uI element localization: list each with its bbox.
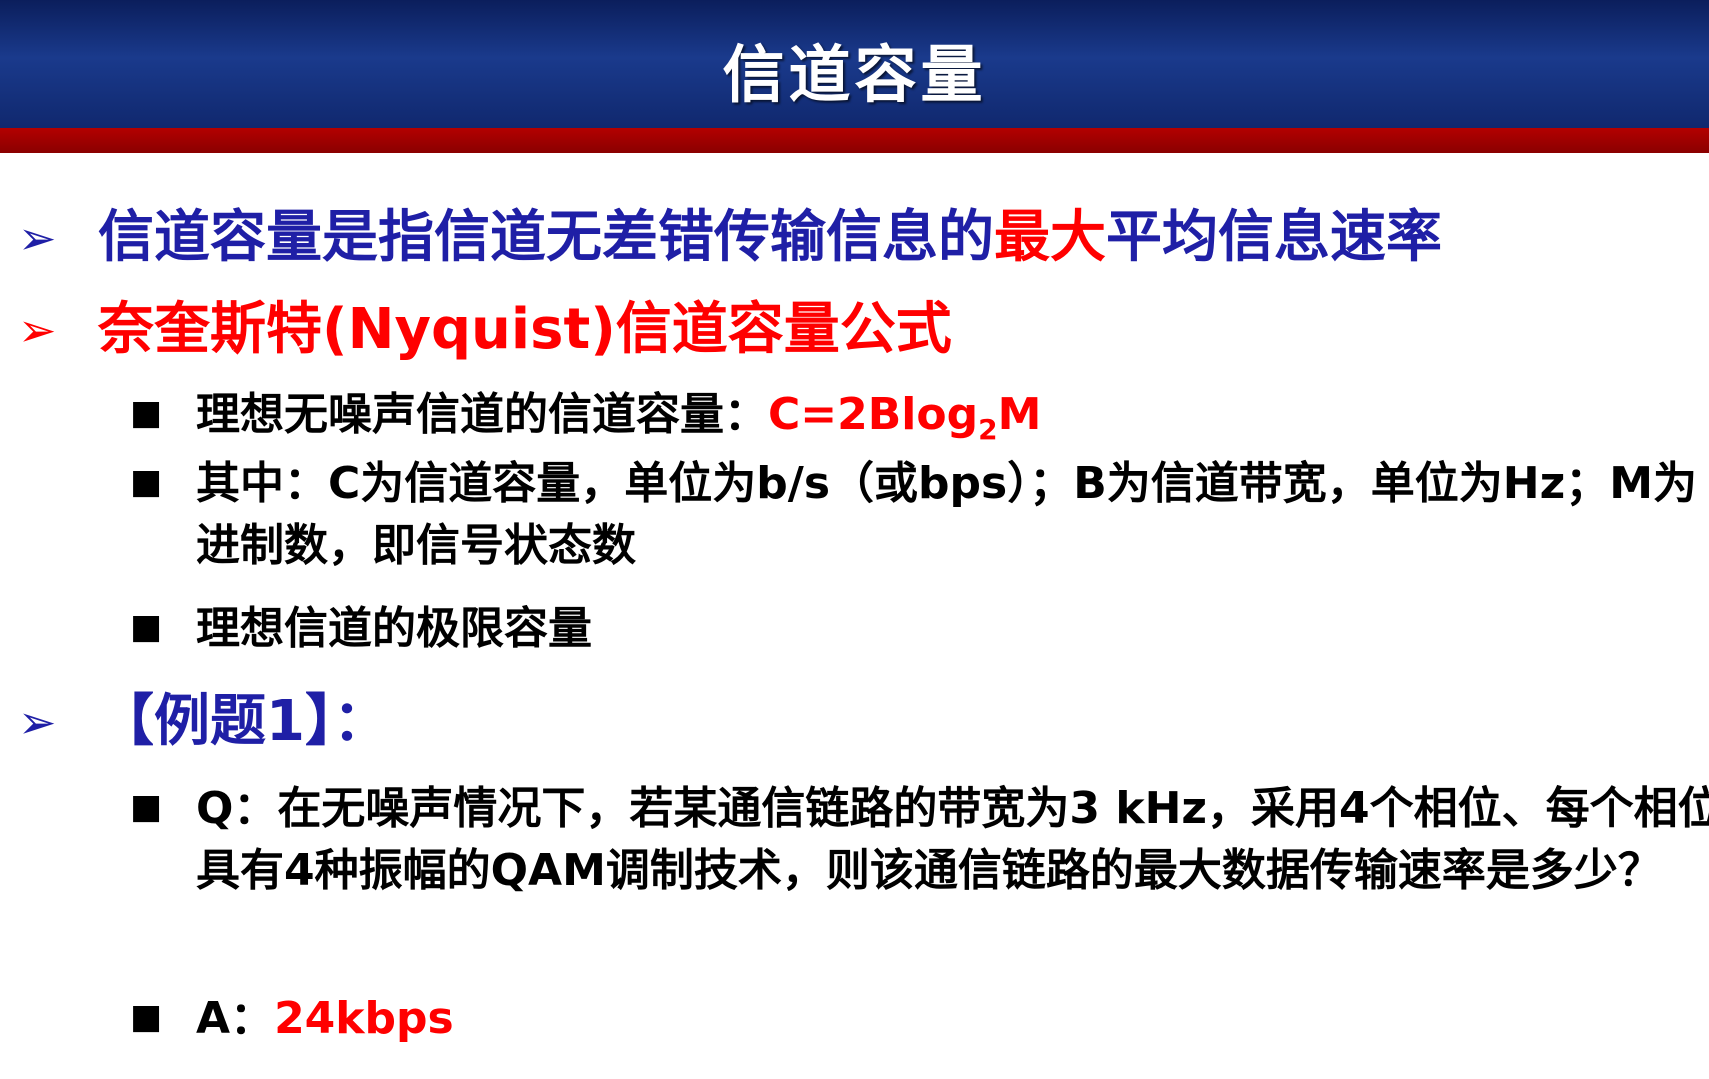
example-heading: 【例题1】： (98, 689, 389, 754)
sub-bullet-answer: ■ A：24kbps (130, 988, 1709, 1050)
capacity-formula: C=2Blog2M (768, 389, 1042, 446)
definition-text-end: 平均信息速率 (1106, 205, 1442, 270)
bullet-example-1: ➢ 【例题1】： (18, 690, 389, 754)
nyquist-heading: 奈奎斯特(Nyquist)信道容量公式 (98, 297, 952, 362)
square-bullet-icon: ■ (130, 787, 163, 827)
arrow-bullet-icon: ➢ (18, 303, 57, 357)
answer-label: A： (196, 993, 275, 1044)
definition-text-highlight: 最大 (994, 205, 1106, 270)
arrow-bullet-icon: ➢ (18, 695, 57, 749)
square-bullet-icon: ■ (130, 393, 163, 433)
noiseless-capacity-label: 理想无噪声信道的信道容量： (196, 389, 768, 440)
sub-bullet-variable-definitions: ■ 其中：C为信道容量，单位为b/s（或bps）；B为信道带宽，单位为Hz；M为… (130, 453, 1709, 577)
limit-capacity-text: 理想信道的极限容量 (196, 603, 592, 654)
square-bullet-icon: ■ (130, 607, 163, 647)
square-bullet-icon: ■ (130, 997, 163, 1037)
slide-title: 信道容量 (722, 38, 987, 111)
answer-value: 24kbps (274, 993, 454, 1044)
bullet-channel-capacity-definition: ➢ 信道容量是指信道无差错传输信息的最大平均信息速率 (18, 206, 1442, 270)
arrow-bullet-icon: ➢ (18, 211, 57, 265)
sub-bullet-limit-capacity: ■ 理想信道的极限容量 (130, 598, 1709, 660)
sub-bullet-question: ■ Q：在无噪声情况下，若某通信链路的带宽为3 kHz，采用4个相位、每个相位具… (130, 778, 1709, 902)
definition-text-start: 信道容量是指信道无差错传输信息的 (98, 205, 994, 270)
variable-definitions-text: 其中：C为信道容量，单位为b/s（或bps）；B为信道带宽，单位为Hz；M为进制… (196, 458, 1697, 571)
question-text: Q：在无噪声情况下，若某通信链路的带宽为3 kHz，采用4个相位、每个相位具有4… (196, 783, 1709, 896)
header-accent-bar (0, 128, 1709, 153)
sub-bullet-noiseless-capacity: ■ 理想无噪声信道的信道容量：C=2Blog2M (130, 384, 1709, 446)
square-bullet-icon: ■ (130, 462, 163, 502)
bullet-nyquist-formula: ➢ 奈奎斯特(Nyquist)信道容量公式 (18, 298, 952, 362)
